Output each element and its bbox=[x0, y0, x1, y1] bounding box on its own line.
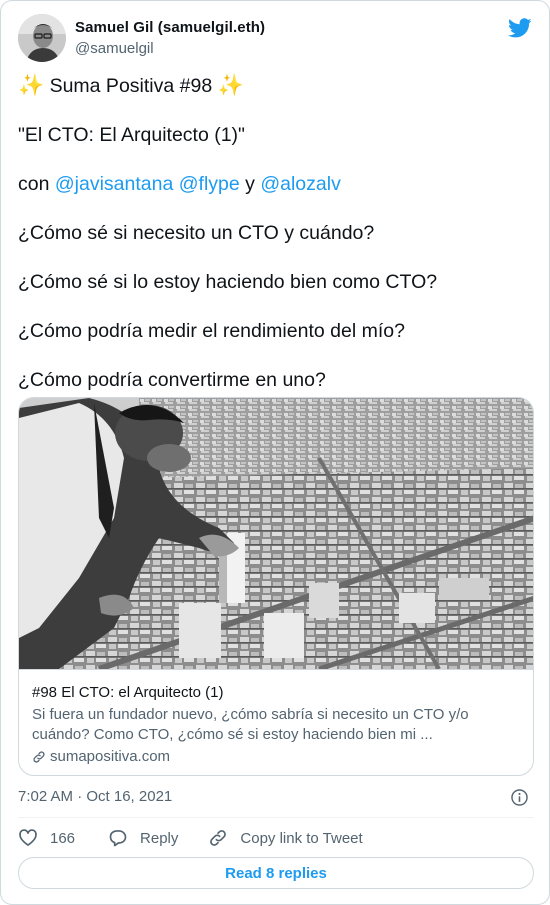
link-preview-image[interactable] bbox=[19, 398, 533, 669]
link-icon bbox=[210, 830, 227, 846]
mention-link[interactable]: @flype bbox=[179, 173, 240, 195]
copy-link-label: Copy link to Tweet bbox=[240, 829, 363, 847]
sparkles-icon: ✨ bbox=[18, 74, 45, 97]
tweet-question: ¿Cómo podría medir el rendimiento del mí… bbox=[18, 320, 405, 342]
link-title[interactable]: #98 El CTO: el Arquitecto (1) bbox=[32, 683, 522, 703]
reply-button[interactable]: Reply bbox=[108, 828, 178, 848]
mention-link[interactable]: @javisantana bbox=[55, 173, 173, 195]
mention-link[interactable]: @alozalv bbox=[260, 173, 341, 195]
tweet-question: ¿Cómo podría convertirme en uno? bbox=[18, 369, 326, 391]
tweet-line-mentions: con @javisantana @flype y @alozalv bbox=[18, 173, 341, 195]
avatar[interactable] bbox=[18, 14, 66, 62]
tweet-text: ✨ Suma Positiva #98 ✨ "El CTO: El Arquit… bbox=[18, 73, 533, 417]
link-icon bbox=[33, 751, 45, 763]
link-preview-info[interactable]: #98 El CTO: el Arquitecto (1) Si fuera u… bbox=[19, 669, 533, 775]
reply-label: Reply bbox=[140, 829, 179, 847]
twitter-bird-icon[interactable] bbox=[508, 16, 532, 40]
link-domain: sumapositiva.com bbox=[32, 747, 522, 767]
heart-icon bbox=[19, 829, 37, 846]
like-button[interactable]: 166 bbox=[18, 828, 75, 848]
action-bar: 166 Reply Copy link to Tweet bbox=[18, 827, 363, 849]
author-handle[interactable]: @samuelgil bbox=[75, 40, 154, 57]
reply-icon bbox=[109, 830, 127, 847]
link-description: Si fuera un fundador nuevo, ¿cómo sabría… bbox=[32, 706, 469, 743]
copy-link-button[interactable]: Copy link to Tweet bbox=[208, 828, 363, 848]
link-domain-text: sumapositiva.com bbox=[50, 748, 171, 765]
tweet-card: Samuel Gil (samuelgil.eth) @samuelgil ✨ … bbox=[0, 0, 550, 905]
like-count: 166 bbox=[50, 829, 76, 847]
timestamp[interactable]: 7:02 AM · Oct 16, 2021 bbox=[18, 788, 172, 805]
tweet-question: ¿Cómo sé si lo estoy haciendo bien como … bbox=[18, 271, 438, 293]
tweet-title-text: Suma Positiva #98 bbox=[44, 75, 218, 97]
read-replies-button[interactable]: Read 8 replies bbox=[18, 857, 534, 889]
tweet-line-subtitle: "El CTO: El Arquitecto (1)" bbox=[18, 124, 245, 146]
tweet-line-title: ✨ Suma Positiva #98 ✨ bbox=[18, 73, 533, 99]
divider bbox=[18, 817, 534, 818]
link-preview-card[interactable]: #98 El CTO: el Arquitecto (1) Si fuera u… bbox=[18, 397, 534, 776]
author-name[interactable]: Samuel Gil (samuelgil.eth) bbox=[75, 19, 265, 36]
info-icon[interactable] bbox=[510, 788, 529, 807]
sparkles-icon: ✨ bbox=[217, 74, 244, 97]
tweet-question: ¿Cómo sé si necesito un CTO y cuándo? bbox=[18, 222, 375, 244]
